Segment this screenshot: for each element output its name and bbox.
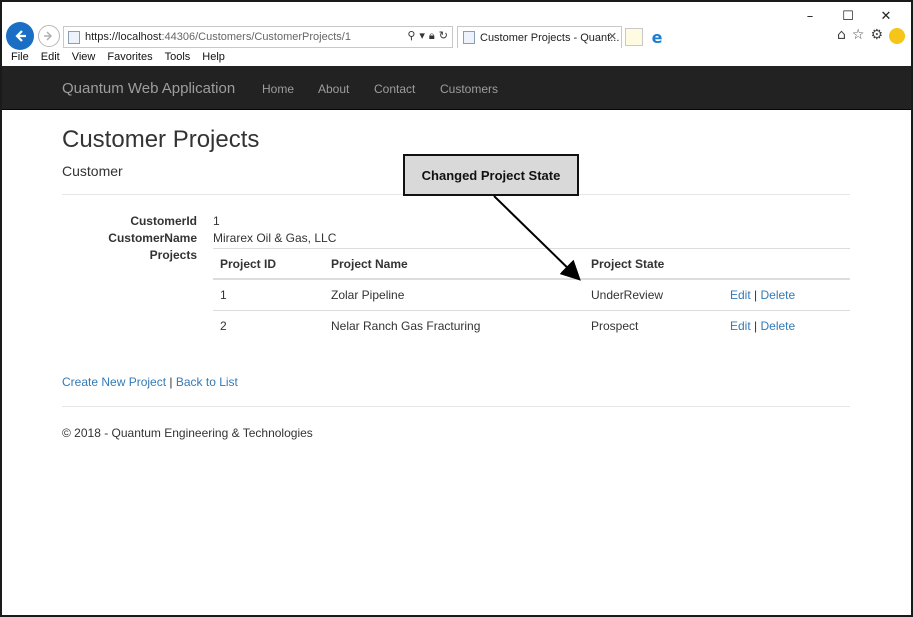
favorites-star-icon[interactable]: ☆ [852, 27, 865, 44]
maximize-button[interactable]: ☐ [829, 6, 867, 26]
project-name: Zolar Pipeline [331, 288, 405, 302]
footer-links: Create New Project | Back to List [62, 375, 238, 389]
address-bar[interactable]: https://localhost:44306/Customers/Custom… [63, 26, 453, 48]
customer-name-label: CustomerName [108, 231, 197, 245]
action-separator: | [754, 319, 758, 333]
project-state: Prospect [591, 319, 639, 333]
section-subtitle: Customer [62, 163, 123, 179]
projects-table: Project ID Project Name Project State 1 … [213, 248, 850, 341]
annotation-callout: Changed Project State [403, 154, 579, 196]
page-title: Customer Projects [62, 126, 260, 153]
header-project-id: Project ID [220, 257, 277, 271]
menu-file[interactable]: File [11, 51, 29, 67]
nav-customers[interactable]: Customers [440, 82, 498, 96]
create-new-project-link[interactable]: Create New Project [62, 375, 166, 389]
home-icon[interactable]: ⌂ [837, 27, 846, 44]
header-project-state: Project State [591, 257, 665, 271]
ie-logo-icon: e [651, 27, 663, 47]
new-tab-button[interactable] [625, 28, 643, 46]
address-icons: ⚲ ▾ 🔒︎ ↻ [407, 29, 448, 43]
menu-help[interactable]: Help [202, 51, 225, 67]
search-icon[interactable]: ⚲ [407, 29, 415, 43]
nav-home[interactable]: Home [262, 82, 294, 96]
address-path: :44306/Customers/CustomerProjects/1 [161, 31, 351, 43]
back-button[interactable] [6, 22, 34, 50]
projects-label: Projects [149, 248, 197, 262]
toolbar-icons: ⌂ ☆ ⚙ [837, 27, 905, 44]
nav-contact[interactable]: Contact [374, 82, 415, 96]
tab-title: Customer Projects - Quant... [480, 31, 620, 44]
delete-link[interactable]: Delete [761, 319, 796, 333]
customer-id-label: CustomerId [130, 214, 197, 228]
brand-link[interactable]: Quantum Web Application [62, 80, 235, 97]
row-actions: Edit | Delete [730, 288, 795, 302]
menu-favorites[interactable]: Favorites [107, 51, 152, 67]
menu-bar: File Edit View Favorites Tools Help [2, 51, 911, 67]
table-row: 2 Nelar Ranch Gas Fracturing Prospect Ed… [213, 310, 850, 341]
browser-tab[interactable]: Customer Projects - Quant... ✕ [457, 26, 622, 48]
action-separator: | [754, 288, 758, 302]
minimize-button[interactable]: – [791, 6, 829, 26]
link-separator: | [169, 375, 173, 389]
tab-page-icon [463, 31, 475, 44]
window-controls: – ☐ ✕ [791, 6, 905, 26]
project-name: Nelar Ranch Gas Fracturing [331, 319, 481, 333]
screenshot-frame: – ☐ ✕ https://localhost:44306/Customers/… [0, 0, 913, 617]
copyright: © 2018 - Quantum Engineering & Technolog… [62, 426, 313, 440]
arrow-left-icon [15, 30, 26, 42]
lock-icon[interactable]: 🔒︎ [429, 29, 435, 43]
footer-divider [62, 406, 850, 407]
menu-tools[interactable]: Tools [165, 51, 191, 67]
close-button[interactable]: ✕ [867, 6, 905, 26]
page-icon [68, 30, 80, 44]
customer-id-value: 1 [213, 214, 220, 228]
edit-link[interactable]: Edit [730, 319, 751, 333]
browser-chrome: – ☐ ✕ https://localhost:44306/Customers/… [2, 2, 911, 66]
tab-close-icon[interactable]: ✕ [608, 30, 617, 43]
site-navbar: Quantum Web Application Home About Conta… [2, 66, 911, 110]
project-state: UnderReview [591, 288, 664, 302]
delete-link[interactable]: Delete [761, 288, 796, 302]
feedback-smiley-icon[interactable] [889, 28, 905, 44]
project-id: 2 [220, 319, 227, 333]
forward-button[interactable] [38, 25, 60, 47]
refresh-icon[interactable]: ↻ [439, 29, 448, 43]
header-project-name: Project Name [331, 257, 408, 271]
project-id: 1 [220, 288, 227, 302]
customer-name-value: Mirarex Oil & Gas, LLC [213, 231, 337, 245]
dropdown-icon[interactable]: ▾ [419, 29, 425, 43]
menu-view[interactable]: View [72, 51, 96, 67]
edit-link[interactable]: Edit [730, 288, 751, 302]
address-host: https://localhost [85, 31, 162, 43]
arrow-right-icon [44, 31, 53, 41]
back-to-list-link[interactable]: Back to List [176, 375, 238, 389]
nav-about[interactable]: About [318, 82, 349, 96]
table-row: 1 Zolar Pipeline UnderReview Edit | Dele… [213, 279, 850, 310]
menu-edit[interactable]: Edit [41, 51, 60, 67]
table-header-row: Project ID Project Name Project State [213, 248, 850, 279]
row-actions: Edit | Delete [730, 319, 795, 333]
gear-icon[interactable]: ⚙ [870, 27, 883, 44]
